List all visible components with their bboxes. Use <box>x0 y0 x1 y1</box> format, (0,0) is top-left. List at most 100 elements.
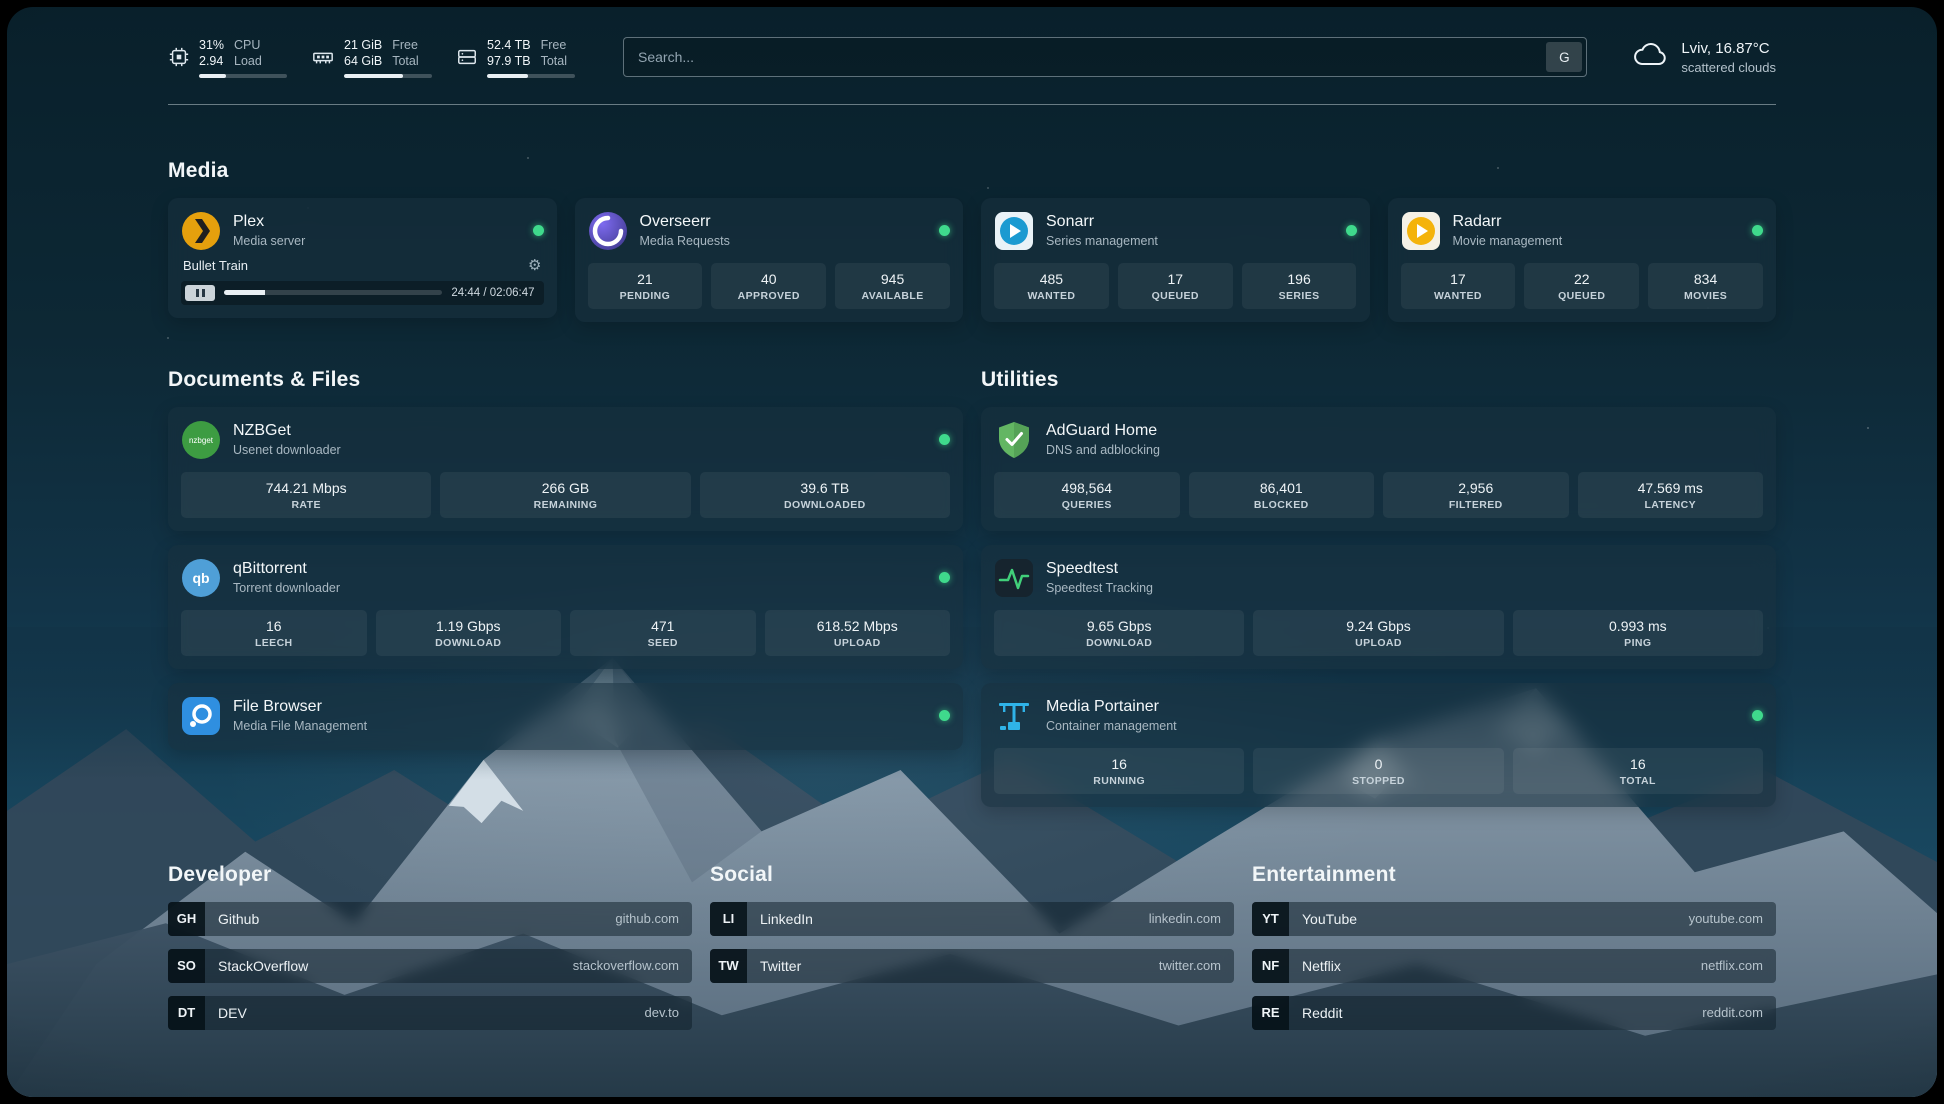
stat-blocked: 86,401BLOCKED <box>1189 472 1375 518</box>
app-subtitle: Series management <box>1046 234 1158 248</box>
bookmark-badge: TW <box>710 949 747 983</box>
bookmark-badge: DT <box>168 996 205 1030</box>
section-developer: Developer GH Github github.com SO StackO… <box>168 863 692 1030</box>
app-card-portainer[interactable]: Media Portainer Container management 16R… <box>981 683 1776 807</box>
section-entertainment: Entertainment YT YouTube youtube.com NF … <box>1252 863 1776 1030</box>
ram-icon <box>311 46 335 68</box>
header-divider <box>168 104 1776 105</box>
load-label: Load <box>234 53 262 69</box>
bookmark-reddit[interactable]: RE Reddit reddit.com <box>1252 996 1776 1030</box>
search-bar[interactable]: G <box>623 37 1587 77</box>
stat-latency: 47.569 msLATENCY <box>1578 472 1764 518</box>
search-engine-button[interactable]: G <box>1546 42 1582 72</box>
section-social: Social LI LinkedIn linkedin.com TW Twitt… <box>710 863 1234 1030</box>
app-card-nzbget[interactable]: nzbget NZBGet Usenet downloader 744.21 M… <box>168 407 963 531</box>
stat-remaining: 266 GBREMAINING <box>440 472 690 518</box>
app-subtitle: Usenet downloader <box>233 443 341 457</box>
bookmark-url: linkedin.com <box>1149 911 1221 926</box>
disk-total-label: Total <box>541 53 567 69</box>
pause-button[interactable] <box>185 285 215 301</box>
bookmark-twitter[interactable]: TW Twitter twitter.com <box>710 949 1234 983</box>
disk-total-value: 97.9 TB <box>487 53 531 69</box>
bookmark-badge: NF <box>1252 949 1289 983</box>
app-subtitle: Movie management <box>1453 234 1563 248</box>
bookmark-badge: YT <box>1252 902 1289 936</box>
memory-usage-widget: 21 GiB 64 GiB Free Total <box>311 37 432 78</box>
bookmark-stackoverflow[interactable]: SO StackOverflow stackoverflow.com <box>168 949 692 983</box>
documents-section-title: Documents & Files <box>168 368 963 392</box>
stat-series: 196SERIES <box>1242 263 1357 309</box>
bookmark-badge: LI <box>710 902 747 936</box>
app-card-radarr[interactable]: Radarr Movie management 17WANTED 22QUEUE… <box>1388 198 1777 322</box>
bookmark-name: LinkedIn <box>760 911 813 927</box>
bookmark-url: github.com <box>615 911 679 926</box>
app-card-plex[interactable]: Plex Media server Bullet Train ⚙ <box>168 198 557 318</box>
status-online-dot <box>1752 225 1763 236</box>
svg-text:qb: qb <box>192 570 209 586</box>
ram-total-value: 64 GiB <box>344 53 382 69</box>
weather-location: Lviv, 16.87°C <box>1681 40 1776 57</box>
app-name: qBittorrent <box>233 560 340 578</box>
ram-free-label: Free <box>392 37 418 53</box>
bookmark-url: stackoverflow.com <box>573 958 679 973</box>
cpu-icon <box>168 46 190 68</box>
stat-queries: 498,564QUERIES <box>994 472 1180 518</box>
speedtest-icon <box>994 558 1034 598</box>
entertainment-section-title: Entertainment <box>1252 863 1776 887</box>
search-input[interactable] <box>636 48 1546 66</box>
app-card-adguard[interactable]: AdGuard Home DNS and adblocking 498,564Q… <box>981 407 1776 531</box>
app-subtitle: Speedtest Tracking <box>1046 581 1153 595</box>
bookmark-badge: SO <box>168 949 205 983</box>
bookmark-name: Netflix <box>1302 958 1341 974</box>
stat-upload: 9.24 GbpsUPLOAD <box>1253 610 1503 656</box>
bookmark-github[interactable]: GH Github github.com <box>168 902 692 936</box>
cpu-load-value: 2.94 <box>199 53 224 69</box>
bookmark-netflix[interactable]: NF Netflix netflix.com <box>1252 949 1776 983</box>
stat-leech: 16LEECH <box>181 610 367 656</box>
stat-filtered: 2,956FILTERED <box>1383 472 1569 518</box>
app-name: File Browser <box>233 698 367 716</box>
stat-seed: 471SEED <box>570 610 756 656</box>
stat-rate: 744.21 MbpsRATE <box>181 472 431 518</box>
app-subtitle: Media server <box>233 234 305 248</box>
bookmark-dev[interactable]: DT DEV dev.to <box>168 996 692 1030</box>
status-online-dot <box>1346 225 1357 236</box>
cpu-percent: 31% <box>199 37 224 53</box>
sonarr-icon <box>994 211 1034 251</box>
app-card-speedtest[interactable]: Speedtest Speedtest Tracking 9.65 GbpsDO… <box>981 545 1776 669</box>
app-subtitle: Torrent downloader <box>233 581 340 595</box>
ram-free-value: 21 GiB <box>344 37 382 53</box>
bookmark-url: twitter.com <box>1159 958 1221 973</box>
status-online-dot <box>939 710 950 721</box>
bookmark-name: Twitter <box>760 958 801 974</box>
snow-particles <box>7 7 9 9</box>
now-playing-title: Bullet Train <box>183 258 248 273</box>
stat-available: 945AVAILABLE <box>835 263 950 309</box>
app-card-sonarr[interactable]: Sonarr Series management 485WANTED 17QUE… <box>981 198 1370 322</box>
playback-progress[interactable] <box>224 290 442 295</box>
app-name: Plex <box>233 213 305 231</box>
bookmark-url: reddit.com <box>1702 1005 1763 1020</box>
app-card-qbittorrent[interactable]: qb qBittorrent Torrent downloader 16LEEC… <box>168 545 963 669</box>
app-name: Speedtest <box>1046 560 1153 578</box>
app-card-filebrowser[interactable]: File Browser Media File Management <box>168 683 963 750</box>
bookmark-linkedin[interactable]: LI LinkedIn linkedin.com <box>710 902 1234 936</box>
app-name: AdGuard Home <box>1046 422 1160 440</box>
app-subtitle: DNS and adblocking <box>1046 443 1160 457</box>
stat-ping: 0.993 msPING <box>1513 610 1763 656</box>
playback-time: 24:44 / 02:06:47 <box>451 287 534 299</box>
bookmark-url: netflix.com <box>1701 958 1763 973</box>
settings-gear-icon[interactable]: ⚙ <box>528 258 541 273</box>
bookmark-youtube[interactable]: YT YouTube youtube.com <box>1252 902 1776 936</box>
stat-downloaded: 39.6 TBDOWNLOADED <box>700 472 950 518</box>
media-section-title: Media <box>168 159 1776 183</box>
plex-icon <box>181 211 221 251</box>
app-name: Media Portainer <box>1046 698 1177 716</box>
stat-wanted: 17WANTED <box>1401 263 1516 309</box>
section-media: Media Plex Media server Bullet <box>168 159 1776 322</box>
status-online-dot <box>939 225 950 236</box>
storage-usage-widget: 52.4 TB 97.9 TB Free Total <box>456 37 575 78</box>
bookmark-name: StackOverflow <box>218 958 308 974</box>
app-card-overseerr[interactable]: Overseerr Media Requests 21PENDING 40APP… <box>575 198 964 322</box>
status-online-dot <box>939 434 950 445</box>
